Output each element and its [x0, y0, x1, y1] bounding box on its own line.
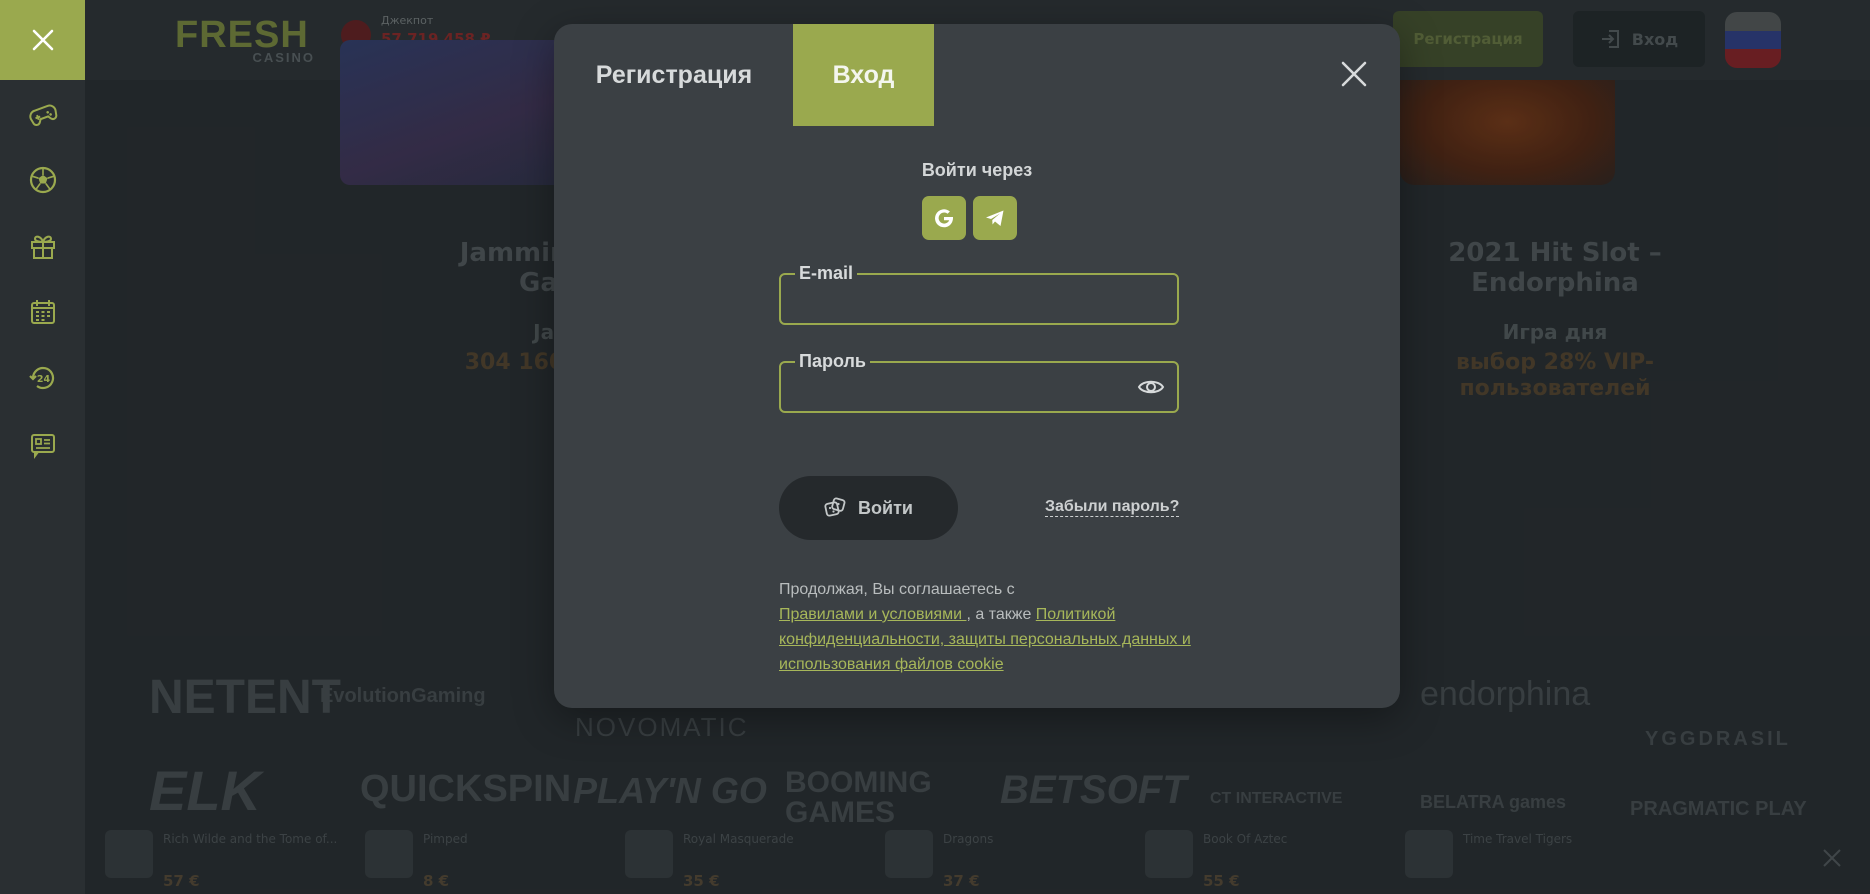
sidebar-item-support[interactable]: 24 [0, 345, 85, 411]
sidebar: 24 [0, 0, 85, 894]
eye-icon[interactable] [1137, 376, 1165, 398]
sidebar-close-button[interactable] [0, 0, 85, 80]
email-field: E-mail [779, 262, 1179, 325]
sidebar-item-bonuses[interactable] [0, 213, 85, 279]
social-login-title: Войти через [921, 160, 1033, 180]
news-icon [30, 434, 55, 459]
telegram-icon [986, 210, 1004, 226]
email-label: E-mail [795, 262, 858, 284]
gift-icon [30, 235, 55, 259]
svg-text:24: 24 [36, 374, 50, 385]
sidebar-item-news[interactable] [0, 411, 85, 477]
tab-register[interactable]: Регистрация [594, 24, 754, 126]
terms-link[interactable]: Правилами и условиями [779, 606, 966, 623]
login-button-label: Войти [858, 497, 913, 518]
sidebar-item-games[interactable] [0, 81, 85, 147]
agreement-text: Продолжая, Вы соглашаетесь с [779, 581, 1015, 598]
sidebar-item-sport[interactable] [0, 147, 85, 213]
agreement-connector: , а также [966, 606, 1036, 623]
terms-agreement: Продолжая, Вы соглашаетесь с Правилами и… [779, 577, 1199, 677]
auth-modal: Регистрация Вход Войти через E-mail Паро… [554, 24, 1400, 708]
login-button[interactable]: Войти [779, 476, 958, 540]
google-login-button[interactable] [922, 196, 966, 240]
telegram-login-button[interactable] [973, 196, 1017, 240]
sidebar-item-tournaments[interactable] [0, 279, 85, 345]
tab-login[interactable]: Вход [793, 24, 934, 126]
forgot-password-link[interactable]: Забыли пароль? [1045, 498, 1180, 517]
close-icon[interactable] [1340, 60, 1368, 88]
gamepad-icon [28, 104, 57, 126]
password-field: Пароль [779, 350, 1179, 413]
soccer-ball-icon [29, 166, 56, 194]
dice-icon [824, 497, 846, 517]
password-label: Пароль [795, 350, 870, 372]
google-icon [935, 209, 954, 228]
support-24-icon: 24 [28, 366, 54, 390]
close-icon [32, 29, 53, 51]
calendar-icon [30, 300, 55, 324]
